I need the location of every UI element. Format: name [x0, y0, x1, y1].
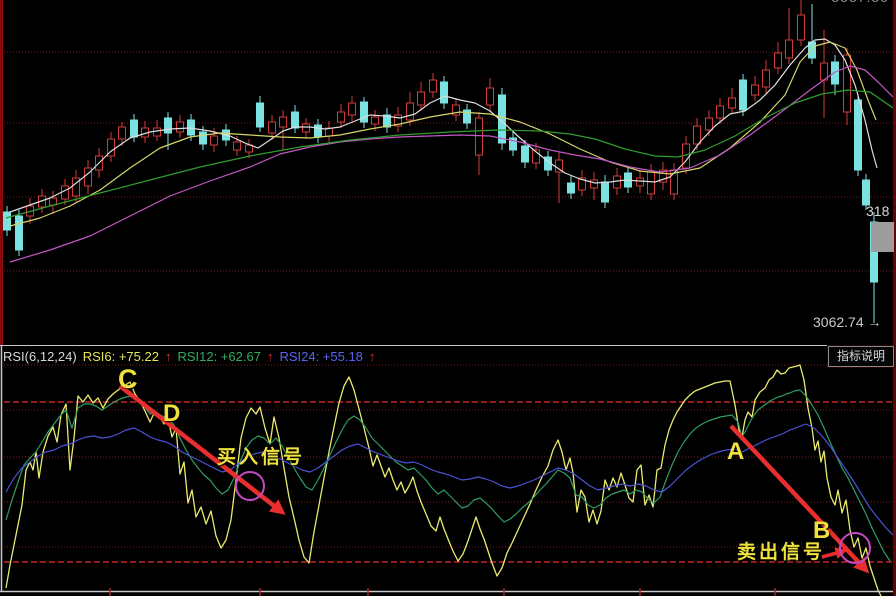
- rsi24-value-label: RSI24: +55.18: [279, 349, 362, 364]
- rsi12-value-label: RSI12: +62.67: [177, 349, 260, 364]
- trading-chart-window: 3337.35 318 3062.74 → RSI(6,12,24) RSI6:…: [0, 0, 896, 596]
- buy-signal-label: 买入信号: [217, 442, 305, 469]
- clipped-high-price-label: 3337.35: [831, 0, 889, 5]
- indicator-help-button[interactable]: 指标说明: [828, 346, 894, 367]
- up-arrow-icon: ↑: [165, 349, 172, 364]
- up-arrow-icon: ↑: [267, 349, 274, 364]
- annotation-letter-d: D: [163, 400, 180, 428]
- rsi-header: RSI(6,12,24) RSI6: +75.22 ↑ RSI12: +62.6…: [3, 349, 375, 364]
- rsi6-value-label: RSI6: +75.22: [83, 349, 159, 364]
- rsi-params-label: RSI(6,12,24): [3, 349, 77, 364]
- low-price-marker: 3062.74 →: [813, 314, 882, 330]
- sell-signal-label: 卖出信号: [737, 537, 825, 564]
- right-edge-slider-thumb[interactable]: [871, 222, 894, 252]
- right-price-label: 318: [866, 203, 889, 219]
- annotation-letter-c: C: [118, 364, 138, 395]
- arrow-right-icon: →: [868, 314, 882, 330]
- up-arrow-icon: ↑: [369, 349, 376, 364]
- annotation-letter-a: A: [727, 438, 744, 466]
- candlestick-panel[interactable]: [0, 0, 896, 345]
